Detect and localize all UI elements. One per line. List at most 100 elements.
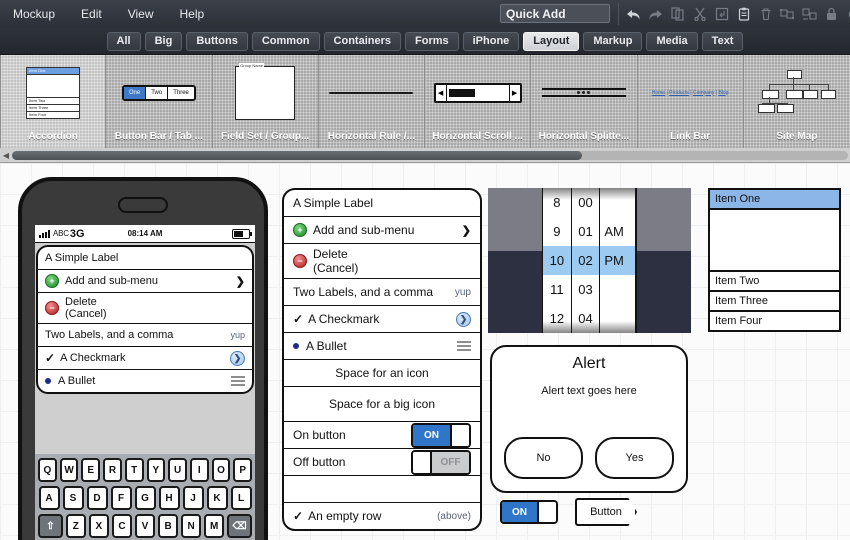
quick-add-input[interactable]: Quick Add: [500, 4, 610, 23]
key-m[interactable]: M: [204, 514, 225, 538]
picker-item[interactable]: 8: [543, 188, 571, 217]
list-item[interactable]: ✓ A Checkmark ❯: [38, 347, 252, 370]
list-item[interactable]: − Delete (Cancel): [38, 293, 252, 324]
list-item[interactable]: Space for an icon: [284, 360, 480, 387]
picker-column-hours[interactable]: 8 9 10 11 12: [543, 188, 572, 333]
tab-all[interactable]: All: [106, 31, 141, 51]
accordion-header-selected[interactable]: Item One: [710, 190, 839, 210]
key-w[interactable]: W: [59, 458, 79, 482]
alert-dialog[interactable]: Alert Alert text goes here No Yes: [490, 345, 688, 493]
redo-icon[interactable]: [646, 5, 665, 24]
list-item[interactable]: ✓ An empty row (above): [284, 503, 480, 529]
accordion-header[interactable]: Item Four: [710, 312, 839, 330]
copy-icon[interactable]: [668, 5, 687, 24]
cut-icon[interactable]: [690, 5, 709, 24]
list-item[interactable]: A Simple Label: [38, 247, 252, 270]
ungroup-icon[interactable]: [800, 5, 819, 24]
picker-item[interactable]: [600, 275, 635, 304]
scrollbar-thumb[interactable]: [12, 150, 582, 160]
picker-item[interactable]: 12: [543, 304, 571, 333]
key-o[interactable]: O: [211, 458, 231, 482]
menu-item-view[interactable]: View: [115, 0, 167, 28]
group-icon[interactable]: [778, 5, 797, 24]
key-s[interactable]: S: [62, 486, 84, 510]
tab-forms[interactable]: Forms: [405, 31, 459, 51]
accordion-header[interactable]: Item Two: [710, 272, 839, 292]
library-item-horizontal-scroll[interactable]: ◀ ▶ Horizontal Scroll ...: [425, 55, 532, 148]
library-item-field-set[interactable]: Group Name Field Set / Group...: [213, 55, 319, 148]
standalone-toggle[interactable]: ON: [500, 500, 558, 524]
clipboard-icon[interactable]: [734, 5, 753, 24]
accordion-header[interactable]: Item Three: [710, 292, 839, 312]
tab-containers[interactable]: Containers: [323, 31, 401, 51]
toggle-switch-off[interactable]: OFF: [411, 449, 471, 475]
alert-no-button[interactable]: No: [504, 437, 583, 479]
key-r[interactable]: R: [103, 458, 122, 482]
key-n[interactable]: N: [181, 514, 202, 538]
backspace-icon[interactable]: ⌫: [227, 514, 252, 538]
picker-item-selected[interactable]: 02: [571, 246, 600, 275]
key-y[interactable]: Y: [146, 458, 166, 482]
picker-item[interactable]: [600, 188, 635, 217]
key-d[interactable]: D: [86, 486, 108, 510]
list-item[interactable]: Space for a big icon: [284, 387, 480, 422]
menu-item-help[interactable]: Help: [167, 0, 218, 28]
list-item[interactable]: A Simple Label: [284, 190, 480, 217]
reorder-grip-icon[interactable]: [231, 376, 245, 386]
trash-icon[interactable]: [756, 5, 775, 24]
list-item[interactable]: Two Labels, and a comma yup: [38, 324, 252, 347]
scroll-left-arrow-icon[interactable]: ◀: [0, 151, 12, 160]
key-t[interactable]: T: [124, 458, 144, 482]
key-f[interactable]: F: [110, 486, 132, 510]
iphone-list[interactable]: A Simple Label + Add and sub-menu ❯ − De…: [36, 245, 254, 394]
tab-text[interactable]: Text: [701, 31, 744, 51]
picker-item[interactable]: AM: [600, 217, 635, 246]
key-j[interactable]: J: [182, 486, 204, 510]
list-item[interactable]: ✓ A Checkmark ❯: [284, 306, 480, 333]
design-canvas[interactable]: ABC 3G 08:14 AM A Simple Label + Add and…: [0, 163, 850, 540]
picker-item[interactable]: [600, 304, 635, 333]
key-l[interactable]: L: [230, 486, 252, 510]
shift-icon[interactable]: ⇧: [38, 514, 63, 538]
list-item[interactable]: A Bullet: [38, 370, 252, 392]
picker-column-meridiem[interactable]: AM PM: [600, 188, 636, 333]
date-picker-widget[interactable]: 8 9 10 11 12 00 01 02 03 04 AM PM: [488, 188, 691, 333]
tab-markup[interactable]: Markup: [583, 31, 643, 51]
key-a[interactable]: A: [38, 486, 60, 510]
library-item-horizontal-rule[interactable]: Horizontal Rule /...: [319, 55, 425, 148]
disclosure-icon[interactable]: ❯: [456, 311, 471, 327]
scrollbar-track[interactable]: [12, 150, 848, 160]
arrow-button[interactable]: Button: [575, 498, 637, 526]
picker-wheels[interactable]: 8 9 10 11 12 00 01 02 03 04 AM PM: [543, 188, 636, 333]
key-e[interactable]: E: [81, 458, 101, 482]
tab-buttons[interactable]: Buttons: [186, 31, 248, 51]
tab-big[interactable]: Big: [144, 31, 183, 51]
alert-yes-button[interactable]: Yes: [595, 437, 674, 479]
iphone-keyboard[interactable]: Q W E R T Y U I O P A S D F G H J K L ⇧ …: [35, 454, 255, 540]
picker-item-selected[interactable]: 10: [543, 246, 571, 275]
key-c[interactable]: C: [111, 514, 132, 538]
key-p[interactable]: P: [233, 458, 253, 482]
key-z[interactable]: Z: [65, 514, 86, 538]
toggle-switch-on[interactable]: ON: [500, 500, 558, 524]
library-item-button-bar[interactable]: One Two Three Button Bar / Tab ...: [106, 55, 213, 148]
picker-item[interactable]: 04: [572, 304, 600, 333]
iphone-mockup[interactable]: ABC 3G 08:14 AM A Simple Label + Add and…: [18, 177, 268, 540]
library-item-site-map[interactable]: Site Map: [744, 55, 850, 148]
library-item-horizontal-splitter[interactable]: Horizontal Splitte...: [531, 55, 638, 148]
list-item[interactable]: On button ON: [284, 422, 480, 449]
list-item[interactable]: + Add and sub-menu ❯: [284, 217, 480, 244]
lock-icon[interactable]: [822, 5, 841, 24]
disclosure-icon[interactable]: ❯: [230, 350, 245, 366]
picker-item[interactable]: 11: [543, 275, 571, 304]
library-item-accordion[interactable]: Item One Item Two Item Three Item Four A…: [0, 55, 107, 148]
tab-layout[interactable]: Layout: [523, 31, 580, 51]
library-item-link-bar[interactable]: Home | Products | Company | Blog Link Ba…: [638, 55, 744, 148]
undo-icon[interactable]: [624, 5, 643, 24]
tab-common[interactable]: Common: [251, 31, 320, 51]
picker-item[interactable]: 9: [543, 217, 571, 246]
picker-item[interactable]: 03: [572, 275, 600, 304]
key-h[interactable]: H: [158, 486, 180, 510]
tab-iphone[interactable]: iPhone: [462, 31, 520, 51]
library-horizontal-scrollbar[interactable]: ◀: [0, 148, 850, 163]
